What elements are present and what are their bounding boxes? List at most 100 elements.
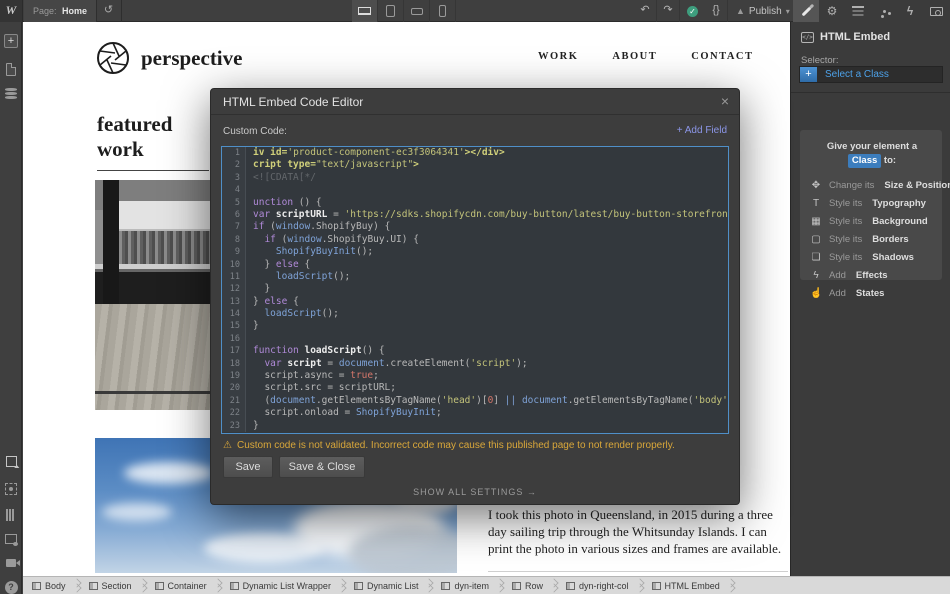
- add-field-link[interactable]: + Add Field: [677, 125, 727, 136]
- site-brand[interactable]: perspective: [141, 46, 242, 71]
- add-element-icon[interactable]: +: [0, 30, 22, 52]
- save-button[interactable]: Save: [223, 456, 273, 478]
- nav-link-about[interactable]: ABOUT: [612, 51, 657, 62]
- device-tab-desktop[interactable]: [352, 0, 378, 22]
- page-selector[interactable]: Page: Home: [24, 0, 97, 22]
- style-manager-icon: [852, 6, 864, 8]
- code-token: true: [350, 370, 373, 381]
- show-all-settings-link[interactable]: SHOW ALL SETTINGS →: [211, 487, 739, 497]
- help-items: ✥Change itsSize & PositionTStyle itsTypo…: [810, 176, 934, 302]
- breadcrumb-item-dynamic-list[interactable]: Dynamic List: [345, 577, 426, 594]
- code-line: 11 loadScript();: [222, 271, 728, 283]
- symbols-icon: [883, 10, 886, 13]
- code-line: 20 script.src = scriptURL;: [222, 382, 728, 394]
- code-line: 17function loadScript() {: [222, 345, 728, 357]
- code-text: [246, 333, 253, 345]
- help-item-bold-text: Typography: [872, 198, 926, 209]
- settings-gear-icon: ⚙: [827, 5, 838, 17]
- code-editor-textarea[interactable]: 1iv id='product-component-ec3f3064341'><…: [221, 146, 729, 434]
- select-tool-icon[interactable]: [0, 450, 22, 472]
- pages-icon[interactable]: [0, 58, 22, 80]
- panel-tab-symbols[interactable]: [871, 0, 897, 22]
- redo-icon[interactable]: ↷: [657, 0, 680, 22]
- breadcrumb-separator-icon: [425, 577, 432, 594]
- code-token: if: [253, 221, 264, 232]
- cms-collections-icon[interactable]: [0, 82, 22, 104]
- code-token: ;: [436, 407, 442, 418]
- code-token: iv: [253, 147, 270, 158]
- validation-warning: ⚠Custom code is not validated. Incorrect…: [223, 440, 675, 451]
- device-tab-phone-portrait[interactable]: [430, 0, 456, 22]
- panel-tab-settings-gear[interactable]: ⚙: [819, 0, 845, 22]
- breadcrumb-item-dyn-right-col[interactable]: dyn-right-col: [557, 577, 636, 594]
- help-item-borders: ▢Style itsBorders: [810, 230, 934, 248]
- code-token: var: [253, 209, 276, 220]
- breadcrumb-item-body[interactable]: Body: [23, 577, 73, 594]
- panel-tab-style-paintbrush[interactable]: [793, 0, 819, 22]
- aperture-logo-icon: [95, 40, 131, 76]
- code-token: 'head': [442, 395, 476, 406]
- help-item-bold-text: Shadows: [872, 252, 914, 263]
- breadcrumb-item-dynamic-list-wrapper[interactable]: Dynamic List Wrapper: [221, 577, 338, 594]
- grid-overlay-icon[interactable]: [0, 504, 22, 526]
- code-token: }: [253, 296, 264, 307]
- xray-mode-icon[interactable]: [0, 478, 22, 500]
- breadcrumb-item-container[interactable]: Container: [146, 577, 214, 594]
- publish-button[interactable]: ▲ Publish ▾: [728, 0, 799, 22]
- code-text: [246, 184, 253, 196]
- featured-work-heading[interactable]: featured work: [97, 112, 209, 171]
- help-item-dim-text: Style its: [829, 198, 862, 209]
- save-and-close-button[interactable]: Save & Close: [279, 456, 365, 478]
- featured-photo-bw[interactable]: [95, 180, 215, 410]
- help-item-bold-text: Size & Position: [884, 180, 950, 191]
- breadcrumb-separator-icon: [727, 577, 734, 594]
- help-item-dim-text: Change its: [829, 180, 874, 191]
- video-tutorials-icon[interactable]: [0, 552, 22, 574]
- close-icon[interactable]: ×: [721, 93, 729, 109]
- photo-description-text[interactable]: I took this photo in Queensland, in 2015…: [488, 506, 790, 557]
- nav-link-work[interactable]: WORK: [538, 51, 578, 62]
- breadcrumb-item-section[interactable]: Section: [80, 577, 139, 594]
- webflow-logo[interactable]: W: [0, 0, 23, 22]
- history-icon[interactable]: ↺: [96, 0, 122, 22]
- export-code-icon[interactable]: {}: [705, 0, 728, 22]
- code-token: (: [276, 234, 287, 245]
- panel-tab-style-manager[interactable]: [845, 0, 871, 22]
- class-selector-input[interactable]: + Select a Class: [799, 66, 943, 83]
- breadcrumb-item-dyn-item[interactable]: dyn-item: [432, 577, 496, 594]
- undo-icon[interactable]: ↶: [634, 0, 657, 22]
- nav-link-contact[interactable]: CONTACT: [691, 51, 753, 62]
- code-token: .createElement(: [385, 358, 471, 369]
- selected-element-header: </> HTML Embed: [801, 31, 890, 43]
- pages-icon: [6, 63, 16, 76]
- help-item-dim-text: Add: [829, 270, 846, 281]
- panel-tab-interactions-lightning[interactable]: ϟ: [897, 0, 923, 22]
- webflow-designer-window: W Page: Home ↺ ↶ ↷ ✓ {} ▲ Publish ▾ ⚙ϟ +…: [0, 0, 950, 594]
- code-text: } else {: [246, 296, 299, 308]
- body-icon: [32, 582, 41, 590]
- help-item-bold-text: Effects: [856, 270, 888, 281]
- dyn-right-col-icon: [566, 582, 575, 590]
- line-number: 21: [222, 395, 246, 407]
- code-token: ]: [493, 395, 504, 406]
- code-line: 15}: [222, 320, 728, 332]
- help-icon[interactable]: ?: [0, 576, 22, 594]
- breadcrumb-item-row[interactable]: Row: [503, 577, 550, 594]
- code-token: ></div>: [465, 147, 505, 158]
- code-token: >: [413, 159, 419, 170]
- code-token: ShopifyBuyInit: [356, 407, 436, 418]
- help-item-states: ☝AddStates: [810, 284, 934, 302]
- html-embed-code-editor-modal: HTML Embed Code Editor × Custom Code: + …: [210, 88, 740, 505]
- chevron-down-icon: ▾: [786, 7, 790, 16]
- panel-tab-assets[interactable]: [923, 0, 949, 22]
- add-class-button[interactable]: +: [800, 67, 817, 82]
- breadcrumb-item-html-embed[interactable]: HTML Embed: [643, 577, 727, 594]
- code-text: }: [246, 420, 259, 432]
- preview-borders-icon[interactable]: [0, 528, 22, 550]
- device-tab-tablet[interactable]: [378, 0, 404, 22]
- line-number: 12: [222, 283, 246, 295]
- code-token: }: [253, 259, 276, 270]
- code-token: )[: [728, 395, 729, 406]
- line-number: 20: [222, 382, 246, 394]
- device-tab-phone-landscape[interactable]: [404, 0, 430, 22]
